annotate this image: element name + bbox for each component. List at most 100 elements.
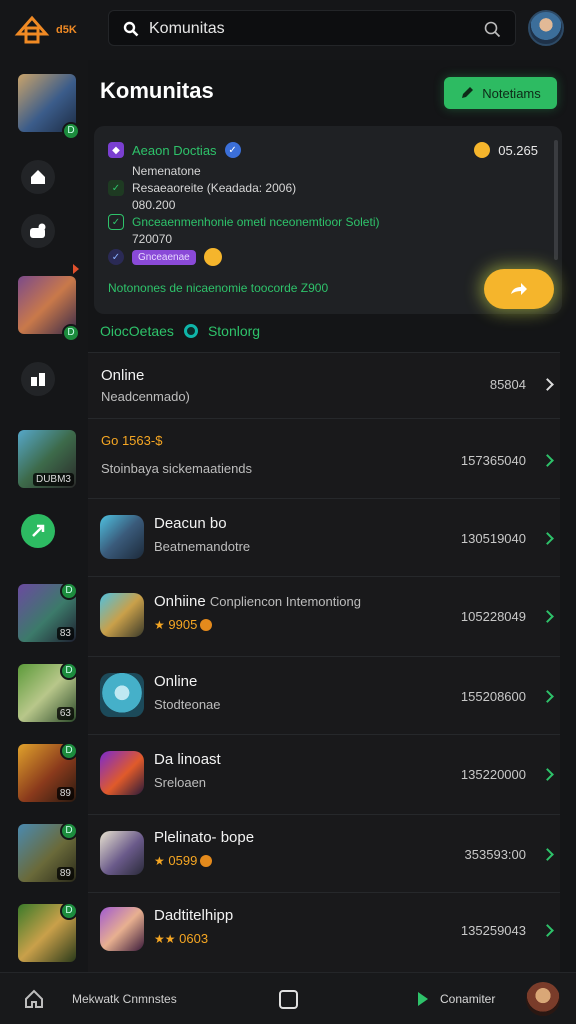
card-row: 080.200 [132,198,175,212]
rating-value: 9905 [168,617,198,632]
online-badge: D [60,582,78,600]
row-subtitle: Stoinbaya sickemaatiends [101,461,253,476]
profile-avatar[interactable] [526,982,560,1016]
chevron-right-icon [541,768,554,781]
row-title: Online [101,367,145,384]
row-value: 85804 [489,377,526,392]
coin-icon [200,619,213,631]
list-item[interactable]: Dadtitelhipp ★★ 0603 135259043 [88,892,560,972]
sidebar-community-icon[interactable] [21,214,55,248]
checkbox-icon[interactable]: ✓ [108,214,124,230]
row-subtitle: Beatnemandotre [154,539,251,554]
online-badge: D [60,902,78,920]
play-icon[interactable] [418,992,428,1006]
card-row-title: ◆ Aeaon Doctias ✓ [108,142,241,158]
bottom-right-label[interactable]: Conamiter [440,992,495,1006]
sidebar-count: DUBM3 [32,473,74,486]
row-subtitle: Neadcenmado) [101,389,190,404]
card-row: ✓ Gnceaenae [108,248,222,266]
rating-value: 0603 [179,931,209,946]
bottom-bar: Mekwatk Cnmnstes Conamiter [0,972,576,1024]
sidebar-count: 89 [56,787,74,800]
notifications-button-label: Notetiams [482,85,541,101]
sidebar-count: 89 [56,867,74,880]
list-item[interactable]: Plelinato- bope ★ 0599 353593:00 [88,814,560,892]
list-item[interactable]: Go 1563-$ Stoinbaya sickemaatiends 15736… [88,418,560,498]
row-rating: ★ 9905 [154,617,213,632]
radio-icon[interactable] [183,324,198,338]
online-badge: D [62,122,80,140]
chevron-right-icon [541,610,554,623]
game-avatar [100,673,144,717]
online-badge: D [62,324,80,342]
sidebar-game-thumb[interactable]: DUBM3 [18,430,76,488]
row-title-extra: Conpliencon Intemontiong [209,594,361,609]
app-logo[interactable]: d5K [14,10,77,46]
list-item[interactable]: Da linoast Sreloaen 135220000 [88,734,560,814]
card-title-text: Aeaon Doctias [132,142,217,158]
game-avatar [100,831,144,875]
sidebar-count: 83 [56,627,74,640]
user-avatar[interactable] [528,10,564,46]
chevron-right-icon [541,924,554,937]
row-title: Deacun bo [154,515,227,532]
page-title: Komunitas [100,78,214,103]
card-score-value: 05.265 [498,142,538,158]
list-item[interactable]: Online Stodteonae 155208600 [88,656,560,734]
search-input[interactable]: Komunitas [149,20,225,38]
search-icon [123,21,139,37]
row-subtitle: Stodteonae [154,697,221,712]
sidebar-active-indicator [73,264,79,274]
game-avatar [100,593,144,637]
home-icon[interactable] [24,989,44,1009]
list-item[interactable]: Onhiine Conpliencon Intemontiong ★ 9905 … [88,576,560,656]
card-text: 080.200 [132,198,176,212]
game-avatar [100,907,144,951]
check-icon: ✓ [108,180,124,196]
share-fab-button[interactable] [484,269,554,309]
star-icon: ★★ [154,932,176,946]
pencil-icon [462,87,474,98]
row-value: 353593:00 [464,847,526,862]
row-value: 157365040 [460,453,526,468]
row-title: Plelinato- bope [154,829,255,846]
bottom-left-label[interactable]: Mekwatk Cnmnstes [72,992,177,1006]
sidebar-share-icon[interactable] [21,514,55,548]
chevron-right-icon [541,532,554,545]
chevron-right-icon [541,378,554,391]
card-text: Gnceaenmenhonie ometi nceonemtioor Solet… [132,215,380,229]
chevron-right-icon [541,848,554,861]
star-icon: ★ [154,618,165,632]
card-text: Resaeaoreite (Keadada: 2006) [132,181,297,195]
sidebar: D D DUBM3 83 D 63 D 89 D 89 D D [0,60,88,972]
filter-left[interactable]: OiocOetaes [100,323,174,339]
list-item[interactable]: Deacun bo Beatnemandotre 130519040 [88,498,560,576]
search-bar[interactable]: Komunitas [108,10,516,46]
card-row: Notonones de nicaenomie toocorde Z900 [108,281,328,295]
list-item[interactable]: Online Neadcenmado) 85804 [88,352,560,418]
row-subtitle: Sreloaen [154,775,207,790]
row-title-group: Onhiine Conpliencon Intemontiong [154,593,361,610]
rating-value: 0599 [168,853,198,868]
filter-right[interactable]: Stonlorg [208,323,260,339]
row-value: 135259043 [460,923,526,938]
sidebar-home-icon[interactable] [21,160,55,194]
card-scrollbar[interactable] [554,140,558,260]
stop-icon[interactable] [279,990,298,1009]
search-submit-icon[interactable] [484,21,501,38]
card-row: ✓ Resaeaoreite (Keadada: 2006) [108,180,296,196]
emoji-icon [203,248,222,266]
top-bar: d5K Komunitas [0,0,576,60]
filter-row: OiocOetaes Stonlorg [100,323,260,339]
share-arrow-icon [511,283,527,295]
chevron-right-icon [541,454,554,467]
chevron-right-icon [541,690,554,703]
card-text: Notonones de nicaenomie toocorde Z900 [108,281,329,295]
row-value: 155208600 [460,689,526,704]
row-title: Dadtitelhipp [154,907,234,924]
sidebar-groups-icon[interactable] [21,362,55,396]
emoji-icon [474,142,491,158]
check-circle-icon: ✓ [108,249,124,265]
star-icon: ★ [154,854,165,868]
notifications-button[interactable]: Notetiams [444,77,557,109]
